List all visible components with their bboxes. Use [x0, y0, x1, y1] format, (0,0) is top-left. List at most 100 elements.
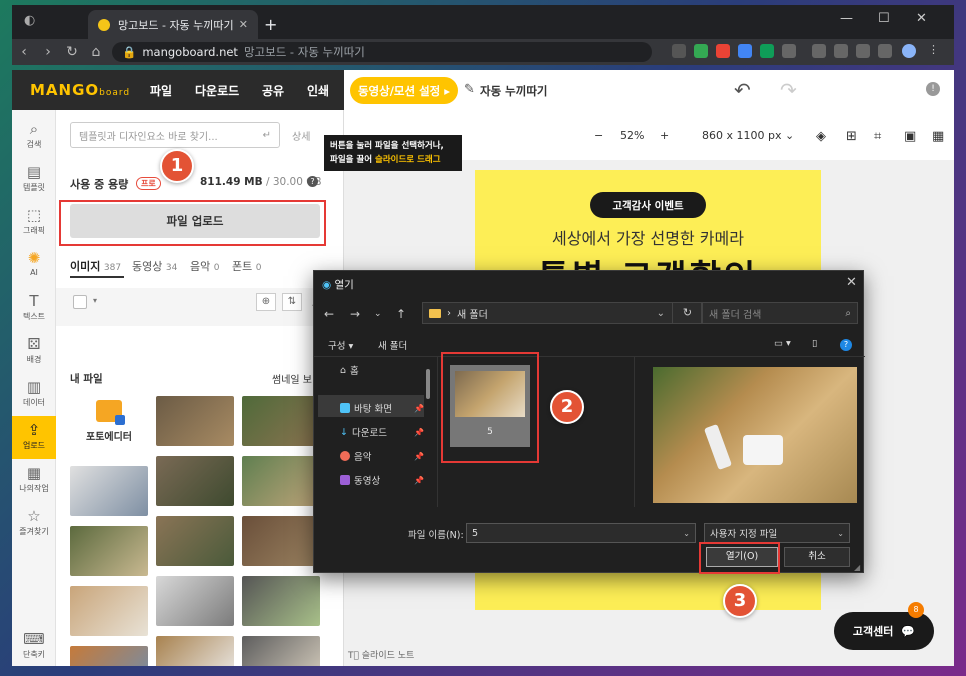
screenshot-icon[interactable]	[856, 44, 870, 58]
reload-icon[interactable]: ↻	[60, 44, 84, 60]
help-icon[interactable]: ?	[840, 339, 852, 351]
image-thumb[interactable]	[242, 576, 320, 626]
sidebar-item-home[interactable]: ⌂ 홈	[340, 363, 424, 378]
more-menu-icon[interactable]: ⋮	[928, 43, 939, 56]
pages-grid-icon[interactable]: ▦	[932, 129, 944, 144]
organize-button[interactable]: 구성 ▾	[328, 338, 353, 352]
extension-green-icon[interactable]	[760, 44, 774, 58]
filetype-select[interactable]: 사용자 지정 파일 ⌄	[704, 523, 850, 543]
sidebar-item-desktop[interactable]: 바탕 화면 📌	[340, 401, 424, 415]
chart-icon[interactable]: ▣	[904, 129, 916, 144]
pin-icon[interactable]: 📌	[414, 404, 424, 413]
image-thumb[interactable]	[242, 396, 320, 446]
zoom-out-icon[interactable]: −	[594, 129, 603, 142]
rail-mywork[interactable]: ▦ 나의작업	[12, 464, 56, 494]
extension-red-icon[interactable]	[716, 44, 730, 58]
extension-shield-icon[interactable]	[694, 44, 708, 58]
menu-download[interactable]: 다운로드	[195, 82, 239, 99]
motion-settings-button[interactable]: 동영상/모션 설정 ▸	[350, 77, 458, 104]
slide-note-toggle[interactable]: T⃞ 슬라이드 노트	[348, 648, 414, 661]
image-thumb[interactable]	[70, 646, 148, 666]
extension-translate-icon[interactable]	[738, 44, 752, 58]
close-window-icon[interactable]: ✕	[916, 11, 927, 26]
path-dropdown-icon[interactable]: ⌄	[657, 308, 665, 319]
info-icon[interactable]: !	[926, 82, 940, 96]
filename-dropdown-icon[interactable]: ⌄	[683, 529, 690, 538]
sidebar-icon[interactable]	[878, 44, 892, 58]
new-tab-icon[interactable]: +	[264, 15, 277, 34]
browser-tab[interactable]: 망고보드 - 자동 누끼따기 ✕	[88, 10, 258, 39]
resize-grip-icon[interactable]: ◢	[854, 563, 860, 572]
dialog-close-icon[interactable]: ✕	[846, 275, 857, 290]
share-icon[interactable]	[672, 44, 686, 58]
thumbnail-view-toggle[interactable]: 썸네일 보	[272, 371, 312, 386]
zoom-in-icon[interactable]: +	[660, 129, 669, 142]
pin-icon[interactable]: 📌	[414, 452, 424, 461]
sidebar-item-videos[interactable]: 동영상 📌	[340, 473, 424, 487]
preview-pane-icon[interactable]: ▯	[812, 338, 817, 349]
url-bar[interactable]: 🔒 mangoboard.net 망고보드 - 자동 누끼따기	[112, 42, 652, 62]
dialog-back-icon[interactable]: ←	[324, 307, 334, 321]
grid-numbers-icon[interactable]: ⊞	[846, 129, 857, 144]
rail-text[interactable]: T 텍스트	[12, 292, 56, 322]
help-question-icon[interactable]: ?	[307, 176, 318, 187]
menu-print[interactable]: 인쇄	[307, 82, 329, 99]
rail-search[interactable]: ⌕ 검색	[12, 120, 56, 150]
sort-icon[interactable]: ⇅	[282, 293, 302, 311]
image-thumb[interactable]	[156, 516, 234, 566]
tab-music[interactable]: 음악 0	[190, 258, 219, 274]
photo-editor-folder[interactable]: 포토에디터	[70, 396, 148, 458]
rail-shortcuts[interactable]: ⌨ 단축키	[12, 630, 56, 660]
slide-headline[interactable]: 세상에서 가장 선명한 카메라	[475, 225, 821, 249]
dialog-path-bar[interactable]: › 새 폴더 ⌄	[422, 302, 702, 324]
rail-graphic[interactable]: ⬚ 그래픽	[12, 206, 56, 236]
forward-icon[interactable]: ›	[36, 44, 60, 60]
cancel-button[interactable]: 취소	[784, 547, 850, 567]
download-icon[interactable]	[812, 44, 826, 58]
minimize-icon[interactable]: —	[840, 11, 853, 26]
filename-input[interactable]: 5 ⌄	[466, 523, 696, 543]
tab-fonts[interactable]: 폰트 0	[232, 258, 261, 274]
home-icon[interactable]: ⌂	[84, 44, 108, 60]
pin-icon[interactable]: 📌	[414, 476, 424, 485]
extensions-puzzle-icon[interactable]	[782, 44, 796, 58]
redo-icon[interactable]: ↷	[780, 78, 797, 102]
new-folder-icon[interactable]: ⊕	[256, 293, 276, 311]
customer-center-button[interactable]: 고객센터 💬	[834, 612, 934, 650]
select-all-checkbox[interactable]	[73, 295, 87, 309]
back-icon[interactable]: ‹	[12, 44, 36, 60]
dialog-up-icon[interactable]: ↑	[396, 307, 406, 321]
image-thumb[interactable]	[156, 456, 234, 506]
new-folder-button[interactable]: 새 폴더	[378, 338, 407, 352]
sidebar-item-downloads[interactable]: ↓ 다운로드 📌	[340, 425, 424, 440]
file-upload-button[interactable]: 파일 업로드	[70, 204, 320, 238]
document-title[interactable]: 자동 누끼따기	[480, 83, 547, 99]
zoom-level[interactable]: 52%	[620, 129, 644, 142]
mangoboard-logo[interactable]: MANGOboard	[30, 81, 130, 99]
cast-icon[interactable]	[834, 44, 848, 58]
tab-search-icon[interactable]: ◐	[24, 13, 35, 28]
layers-icon[interactable]: ◈	[816, 129, 826, 144]
rail-data[interactable]: ▥ 데이터	[12, 378, 56, 408]
image-thumb[interactable]	[70, 466, 148, 516]
maximize-icon[interactable]: ☐	[878, 11, 890, 26]
dialog-recent-icon[interactable]: ⌄	[374, 309, 382, 319]
rail-ai[interactable]: ✺ AI	[12, 249, 56, 277]
image-thumb[interactable]	[242, 516, 320, 566]
image-thumb[interactable]	[156, 396, 234, 446]
event-badge[interactable]: 고객감사 이벤트	[590, 192, 706, 218]
sidebar-scrollbar[interactable]	[426, 369, 430, 399]
dialog-search-input[interactable]: 새 폴더 검색 ⌕	[702, 302, 858, 324]
canvas-size-selector[interactable]: 860 x 1100 px ⌄	[702, 129, 794, 142]
tab-videos[interactable]: 동영상 34	[132, 258, 177, 274]
image-thumb[interactable]	[156, 636, 234, 666]
rail-favorites[interactable]: ☆ 즐겨찾기	[12, 507, 56, 537]
image-thumb[interactable]	[242, 636, 320, 666]
sidebar-item-music[interactable]: 음악 📌	[340, 449, 424, 463]
image-thumb[interactable]	[156, 576, 234, 626]
open-button[interactable]: 열기(O)	[706, 547, 778, 567]
undo-icon[interactable]: ↶	[734, 78, 751, 102]
image-thumb[interactable]	[70, 586, 148, 636]
view-mode-icon[interactable]: ▭ ▾	[774, 338, 791, 349]
menu-share[interactable]: 공유	[262, 82, 284, 99]
